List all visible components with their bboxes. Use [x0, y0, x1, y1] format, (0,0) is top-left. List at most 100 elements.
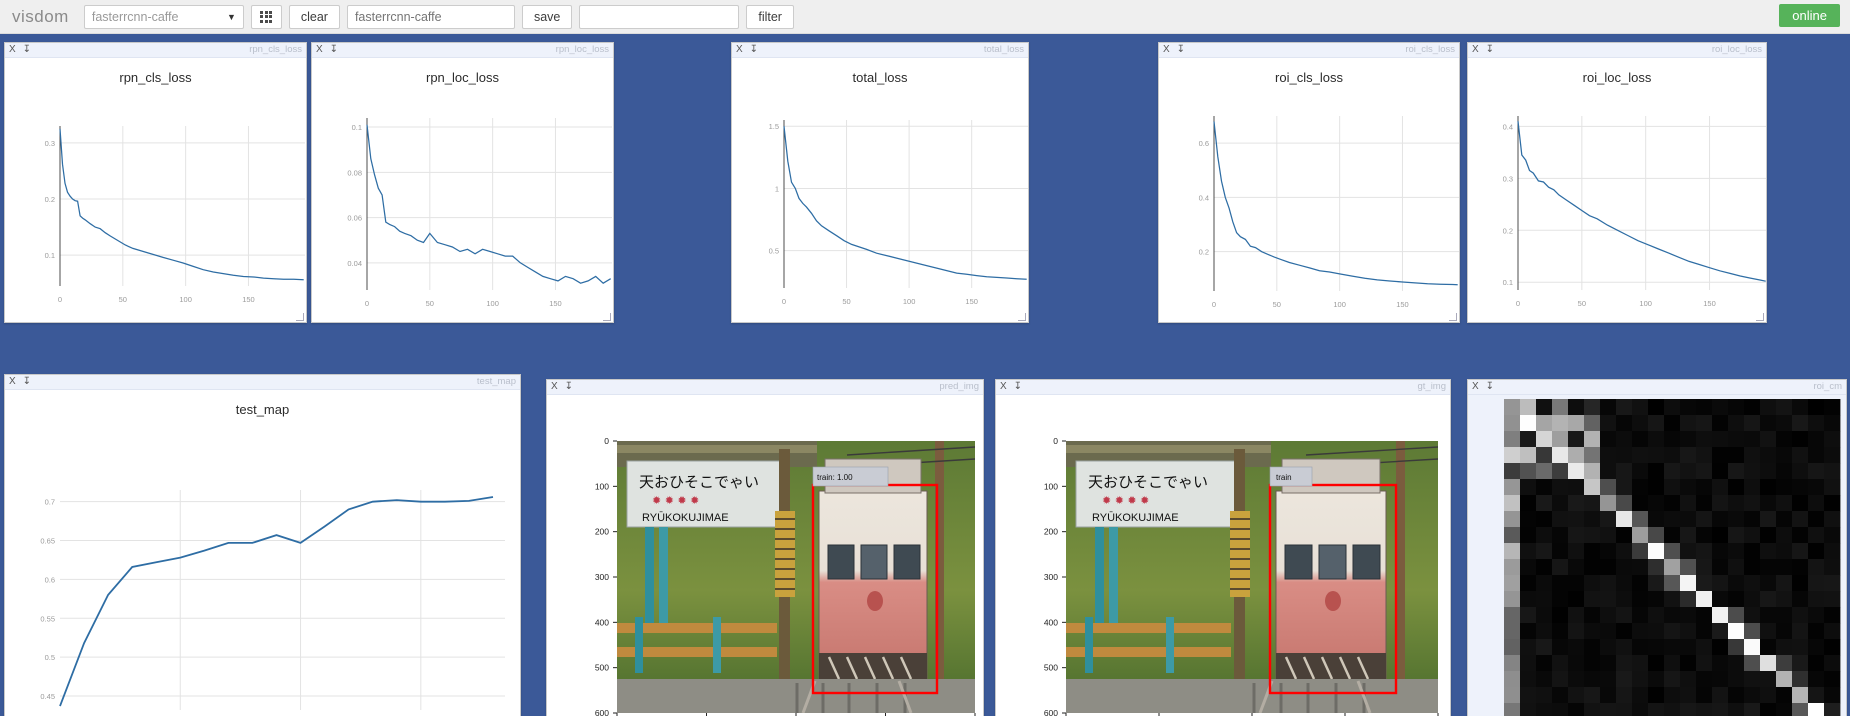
svg-text:100: 100	[179, 295, 192, 304]
filter-input[interactable]	[579, 4, 740, 29]
close-icon[interactable]: X	[9, 45, 16, 55]
svg-text:0.5: 0.5	[45, 653, 55, 662]
panel-roi-cls-loss[interactable]: X ↧ roi_cls_loss roi_cls_loss 0.2 0.4 0.6 0…	[1158, 42, 1460, 323]
plot-title: rpn_loc_loss	[426, 70, 499, 85]
close-icon[interactable]: X	[1472, 382, 1479, 392]
svg-text:50: 50	[1273, 300, 1281, 308]
svg-text:0.08: 0.08	[347, 168, 362, 177]
svg-text:0.7: 0.7	[45, 498, 55, 507]
svg-text:0.65: 0.65	[40, 537, 55, 546]
panel-rpn-loc-loss[interactable]: X ↧ rpn_loc_loss rpn_loc_loss 0.04 0.06 0.…	[311, 42, 614, 323]
svg-text:150: 150	[242, 295, 255, 304]
save-button[interactable]: save	[521, 4, 573, 29]
panel-test-map[interactable]: X ↧ test_map test_map 0.45 0.5 0.55 0.6 0.65…	[4, 374, 521, 716]
close-icon[interactable]: X	[736, 45, 743, 55]
status-badge: online	[1779, 4, 1840, 27]
panel-content: 01002003004005006000200400600800 天おひそこでゃ…	[996, 395, 1450, 716]
panel-name-label: rpn_cls_loss	[249, 44, 302, 55]
close-icon[interactable]: X	[1163, 45, 1170, 55]
download-icon[interactable]: ↧	[330, 45, 338, 55]
download-icon[interactable]: ↧	[750, 45, 758, 55]
svg-text:200: 200	[1044, 527, 1058, 537]
panel-name-label: rpn_loc_loss	[555, 44, 609, 55]
download-icon[interactable]: ↧	[1486, 45, 1494, 55]
svg-text:50: 50	[426, 299, 434, 308]
gt-image-plot: 01002003004005006000200400600800 天おひそこでゃ…	[1044, 436, 1439, 716]
close-icon[interactable]: X	[316, 45, 323, 55]
panel-roi-loc-loss[interactable]: X ↧ roi_loc_loss roi_loc_loss 0.1 0.2 0.3 0…	[1467, 42, 1767, 323]
svg-text:0.45: 0.45	[40, 692, 55, 701]
svg-text:RYŪKOKUJIMAE: RYŪKOKUJIMAE	[642, 512, 729, 524]
svg-text:1: 1	[775, 184, 779, 193]
panel-name-label: gt_img	[1417, 381, 1446, 392]
panel-resize-handle[interactable]	[602, 312, 611, 321]
svg-text:150: 150	[1396, 300, 1409, 308]
svg-text:1.5: 1.5	[769, 122, 779, 131]
svg-text:0.1: 0.1	[45, 251, 55, 260]
filter-button[interactable]: filter	[746, 4, 794, 29]
panel-resize-handle[interactable]	[295, 312, 304, 321]
svg-text:400: 400	[1044, 617, 1058, 627]
download-icon[interactable]: ↧	[565, 382, 573, 392]
panel-name-label: test_map	[476, 376, 516, 387]
download-icon[interactable]: ↧	[23, 45, 31, 55]
chart-rpn-cls-loss: 0.1 0.2 0.3 0 50 100 150	[45, 126, 305, 304]
download-icon[interactable]: ↧	[1486, 382, 1494, 392]
svg-text:0: 0	[1516, 299, 1520, 308]
panel-titlebar: X ↧ gt_img	[996, 380, 1450, 395]
svg-text:RYŪKOKUJIMAE: RYŪKOKUJIMAE	[1092, 512, 1179, 524]
panel-titlebar: X ↧ test_map	[5, 375, 520, 390]
svg-text:600: 600	[1044, 708, 1058, 716]
plot-title: test_map	[235, 402, 290, 417]
panel-titlebar: X ↧ rpn_loc_loss	[312, 43, 613, 58]
svg-text:0.6: 0.6	[1199, 139, 1209, 148]
svg-text:0.3: 0.3	[45, 139, 55, 148]
svg-text:0.2: 0.2	[1503, 226, 1513, 235]
plot-title: roi_cls_loss	[1275, 70, 1343, 85]
panel-titlebar: X ↧ roi_loc_loss	[1468, 43, 1766, 58]
svg-text:0.6: 0.6	[45, 575, 55, 584]
svg-text:500: 500	[1044, 663, 1058, 673]
svg-text:0.06: 0.06	[347, 214, 362, 223]
svg-text:天おひそこでゃい: 天おひそこでゃい	[639, 473, 759, 491]
close-icon[interactable]: X	[1000, 382, 1007, 392]
svg-text:0.3: 0.3	[1503, 174, 1513, 183]
panel-pred-img[interactable]: X ↧ pred_img 0 100 200 300 400 500 600 天…	[546, 379, 984, 716]
svg-text:600: 600	[595, 708, 609, 716]
panel-roi-cm[interactable]: X ↧ roi_cm	[1467, 379, 1847, 716]
close-icon[interactable]: X	[9, 377, 16, 387]
download-icon[interactable]: ↧	[1014, 382, 1022, 392]
svg-text:0: 0	[1053, 436, 1058, 446]
panel-total-loss[interactable]: X ↧ total_loss total_loss 0.5 1 1.5 0 50 100 1…	[731, 42, 1029, 323]
download-icon[interactable]: ↧	[23, 377, 31, 387]
layout-grid-button[interactable]	[250, 4, 282, 29]
svg-text:0.4: 0.4	[1503, 122, 1513, 131]
panel-name-label: pred_img	[939, 381, 979, 392]
close-icon[interactable]: X	[551, 382, 558, 392]
svg-text:0.1: 0.1	[352, 123, 362, 132]
panel-titlebar: X ↧ roi_cm	[1468, 380, 1846, 395]
svg-text:150: 150	[1703, 299, 1716, 308]
svg-text:100: 100	[486, 299, 499, 308]
panel-resize-handle[interactable]	[1448, 312, 1457, 321]
svg-text:0.2: 0.2	[45, 195, 55, 204]
environment-select[interactable]: fasterrcnn-caffe ▼	[83, 4, 244, 29]
save-env-input[interactable]	[346, 4, 515, 29]
svg-text:0.1: 0.1	[1503, 278, 1513, 287]
svg-text:0.04: 0.04	[347, 259, 362, 268]
roi-confusion-matrix	[1468, 395, 1846, 716]
panel-resize-handle[interactable]	[1017, 312, 1026, 321]
panel-resize-handle[interactable]	[1755, 312, 1764, 321]
svg-text:0: 0	[1212, 300, 1216, 308]
clear-button[interactable]: clear	[288, 4, 340, 29]
svg-text:400: 400	[595, 617, 609, 627]
svg-text:天おひそこでゃい: 天おひそこでゃい	[1088, 473, 1208, 491]
close-icon[interactable]: X	[1472, 45, 1479, 55]
panel-content: total_loss 0.5 1 1.5 0 50 100 150	[732, 58, 1028, 322]
svg-text:200: 200	[595, 527, 609, 537]
panel-gt-img[interactable]: X ↧ gt_img 01002003004005006000200400600…	[995, 379, 1451, 716]
download-icon[interactable]: ↧	[1177, 45, 1185, 55]
panel-rpn-cls-loss[interactable]: X ↧ rpn_cls_loss rpn_cls_loss 0.1 0.2 0.3 0…	[4, 42, 307, 323]
panel-content: 01002003004005006000200400600800 天おひそこでゃ…	[547, 395, 983, 716]
plot-title: total_loss	[852, 70, 908, 85]
